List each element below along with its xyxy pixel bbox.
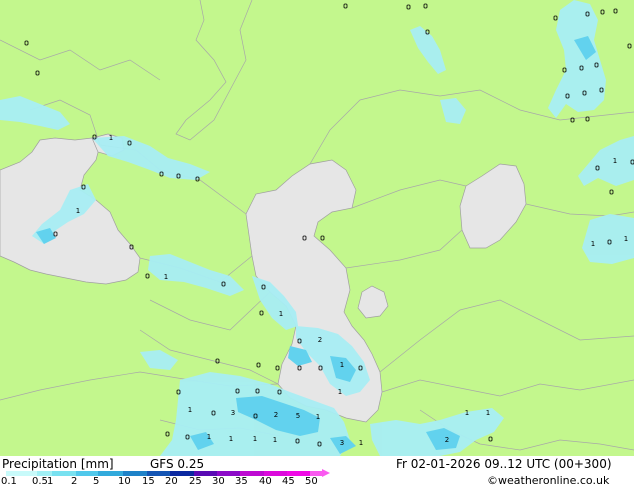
scale-label: 40 [259, 476, 272, 487]
scale-label: 45 [282, 476, 295, 487]
grid-value: 1 [76, 207, 80, 215]
scale-label: 5 [93, 476, 100, 487]
precipitation-map: 1 1 1 1 2 1 1 1 3 2 5 1 1 1 1 1 3 1 2 1 1 1 1 1 [0, 0, 634, 456]
scale-label: 1 [47, 476, 54, 487]
grid-value: 1 [188, 406, 192, 414]
grid-value: 1 [338, 388, 342, 396]
grid-value: 2 [318, 336, 322, 344]
grid-value: 1 [316, 413, 320, 421]
scale-arrow [322, 469, 330, 477]
grid-value: 3 [340, 439, 344, 447]
grid-value: 2 [274, 411, 278, 419]
scale-label: 25 [189, 476, 202, 487]
site-credit: ©weatheronline.co.uk [487, 474, 610, 487]
grid-value: 1 [613, 157, 617, 165]
grid-value: 1 [253, 435, 257, 443]
grid-value: 5 [296, 412, 300, 420]
legend-bar: Precipitation [mm] GFS 0.25 Fr 02-01-202… [0, 456, 634, 490]
grid-value: 1 [207, 433, 211, 441]
scale-label: 30 [212, 476, 225, 487]
grid-value: 1 [273, 436, 277, 444]
scale-label: 35 [235, 476, 248, 487]
grid-value: 1 [359, 439, 363, 447]
grid-value: 1 [624, 235, 628, 243]
scale-label: 10 [118, 476, 131, 487]
grid-value: 1 [229, 435, 233, 443]
grid-value: 1 [340, 361, 344, 369]
scale-label: 20 [165, 476, 178, 487]
map-title: Precipitation [mm] [2, 457, 114, 471]
grid-value: 1 [279, 310, 283, 318]
grid-value: 1 [591, 240, 595, 248]
valid-datetime: Fr 02-01-2026 09..12 UTC (00+300) [396, 457, 612, 471]
grid-value: 1 [486, 409, 490, 417]
model-name: GFS 0.25 [150, 457, 205, 471]
grid-value: 2 [445, 436, 449, 444]
grid-value: 1 [109, 134, 113, 142]
grid-value: 3 [231, 409, 235, 417]
scale-label: 0.1 [1, 476, 17, 487]
scale-label: 2 [71, 476, 78, 487]
grid-value: 1 [465, 409, 469, 417]
scale-label: 0.5 [32, 476, 48, 487]
scale-label: 50 [305, 476, 318, 487]
grid-value: 1 [164, 273, 168, 281]
scale-label: 15 [142, 476, 155, 487]
